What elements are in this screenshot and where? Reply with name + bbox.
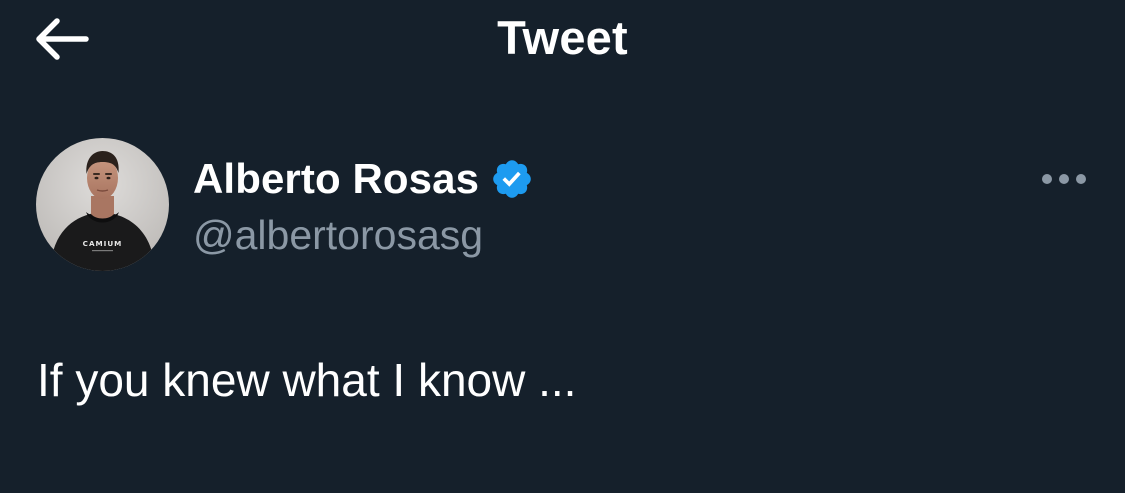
author-handle[interactable]: @albertorosasg — [193, 209, 483, 261]
top-bar: Tweet — [0, 0, 1125, 78]
display-name: Alberto Rosas — [193, 155, 480, 202]
avatar-photo: CAMIUM — [36, 138, 169, 271]
more-horizontal-icon — [1042, 174, 1086, 184]
more-options-button[interactable] — [1036, 160, 1092, 198]
page-title: Tweet — [497, 11, 628, 64]
author-name-line[interactable]: Alberto Rosas — [193, 150, 534, 208]
avatar[interactable]: CAMIUM — [36, 138, 169, 271]
tweet-author: CAMIUM Alberto Rosas @albertorosasg — [36, 138, 1096, 272]
tweet-text: If you knew what I know ... — [37, 354, 577, 406]
avatar-shirt-logo: CAMIUM — [83, 239, 123, 248]
verified-badge-icon — [490, 157, 534, 201]
